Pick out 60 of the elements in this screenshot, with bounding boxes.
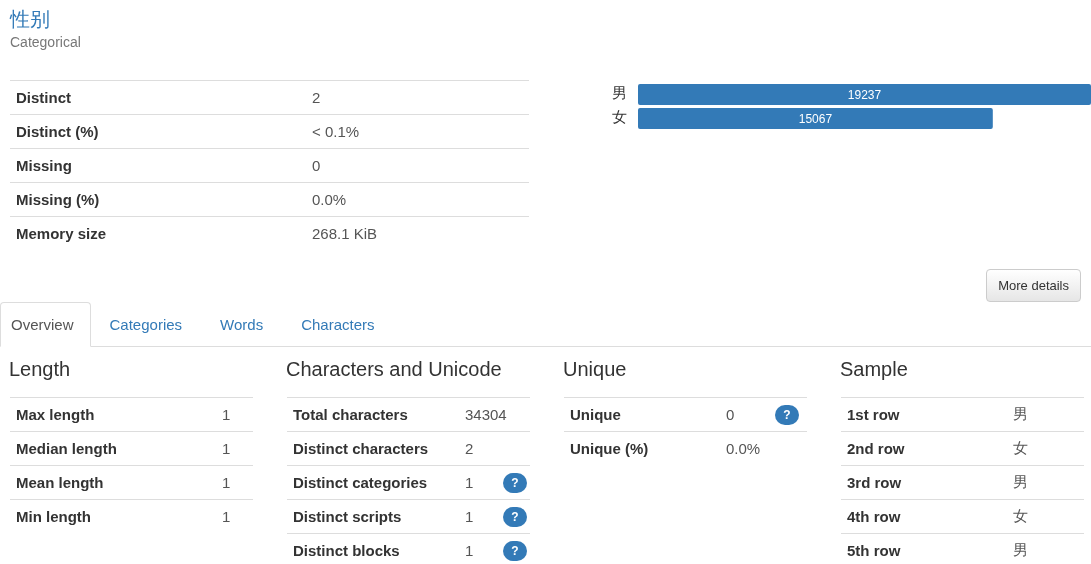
stat-value: 268.1 KiB xyxy=(312,225,379,242)
stat-value: 2 xyxy=(312,89,322,106)
stat-value: 1 xyxy=(465,508,475,525)
category-label: 男 xyxy=(612,84,627,102)
tab[interactable]: Characters xyxy=(282,302,394,347)
bar-value-label: 19237 xyxy=(847,88,882,102)
help-badge[interactable]: ? xyxy=(503,506,527,527)
variable-name: 性别 xyxy=(10,7,50,32)
stat-label: 3rd row xyxy=(847,474,903,491)
more-details-button[interactable]: More details xyxy=(986,269,1081,302)
stat-value: 0.0% xyxy=(726,440,762,457)
stat-label: Unique (%) xyxy=(570,440,650,457)
help-badge[interactable]: ? xyxy=(503,540,527,561)
stat-value: 1 xyxy=(222,406,232,423)
stat-label: Min length xyxy=(16,508,92,525)
stat-label: Distinct scripts xyxy=(293,508,403,525)
stat-value: 1 xyxy=(222,474,232,491)
stat-label: Median length xyxy=(16,440,118,457)
stat-label: Mean length xyxy=(16,474,105,491)
stat-label: Missing (%) xyxy=(16,191,101,208)
tab[interactable]: Categories xyxy=(90,302,202,347)
stat-label: Distinct blocks xyxy=(293,542,401,559)
stat-label: 4th row xyxy=(847,508,902,525)
stat-value: 1 xyxy=(222,440,232,457)
stat-label: 2nd row xyxy=(847,440,906,457)
tab[interactable]: Overview xyxy=(0,302,91,347)
tab[interactable]: Words xyxy=(201,302,283,347)
stat-label: Distinct xyxy=(16,89,72,106)
category-label: 女 xyxy=(612,108,627,126)
stat-label: Total characters xyxy=(293,406,409,423)
stat-value: 0.0% xyxy=(312,191,348,208)
section-heading: Characters and Unicode xyxy=(286,357,503,382)
help-badge[interactable]: ? xyxy=(775,404,799,425)
section-heading: Length xyxy=(9,357,72,382)
stat-value: 1 xyxy=(465,474,475,491)
stat-value: 1 xyxy=(222,508,232,525)
stat-value: 1 xyxy=(465,542,475,559)
section-heading: Sample xyxy=(840,357,909,382)
section-heading: Unique xyxy=(563,357,628,382)
stat-value: 0 xyxy=(726,406,736,423)
stat-value: 男 xyxy=(1013,405,1029,424)
stat-value: 女 xyxy=(1013,439,1029,458)
stat-label: Max length xyxy=(16,406,96,423)
variable-type: Categorical xyxy=(10,34,81,50)
stat-label: Distinct (%) xyxy=(16,123,100,140)
stat-value: 2 xyxy=(465,440,475,457)
stat-value: 女 xyxy=(1013,507,1029,526)
help-badge[interactable]: ? xyxy=(503,472,527,493)
stat-value: 男 xyxy=(1013,473,1029,492)
stat-label: Distinct categories xyxy=(293,474,429,491)
stat-label: 5th row xyxy=(847,542,902,559)
stat-label: 1st row xyxy=(847,406,901,423)
bar-value-label: 15067 xyxy=(798,112,833,126)
stat-label: Missing xyxy=(16,157,73,174)
stat-label: Unique xyxy=(570,406,622,423)
stat-value: < 0.1% xyxy=(312,123,361,140)
stat-label: Distinct characters xyxy=(293,440,430,457)
stat-value: 男 xyxy=(1013,541,1029,560)
stat-value: 0 xyxy=(312,157,322,174)
stat-label: Memory size xyxy=(16,225,108,242)
